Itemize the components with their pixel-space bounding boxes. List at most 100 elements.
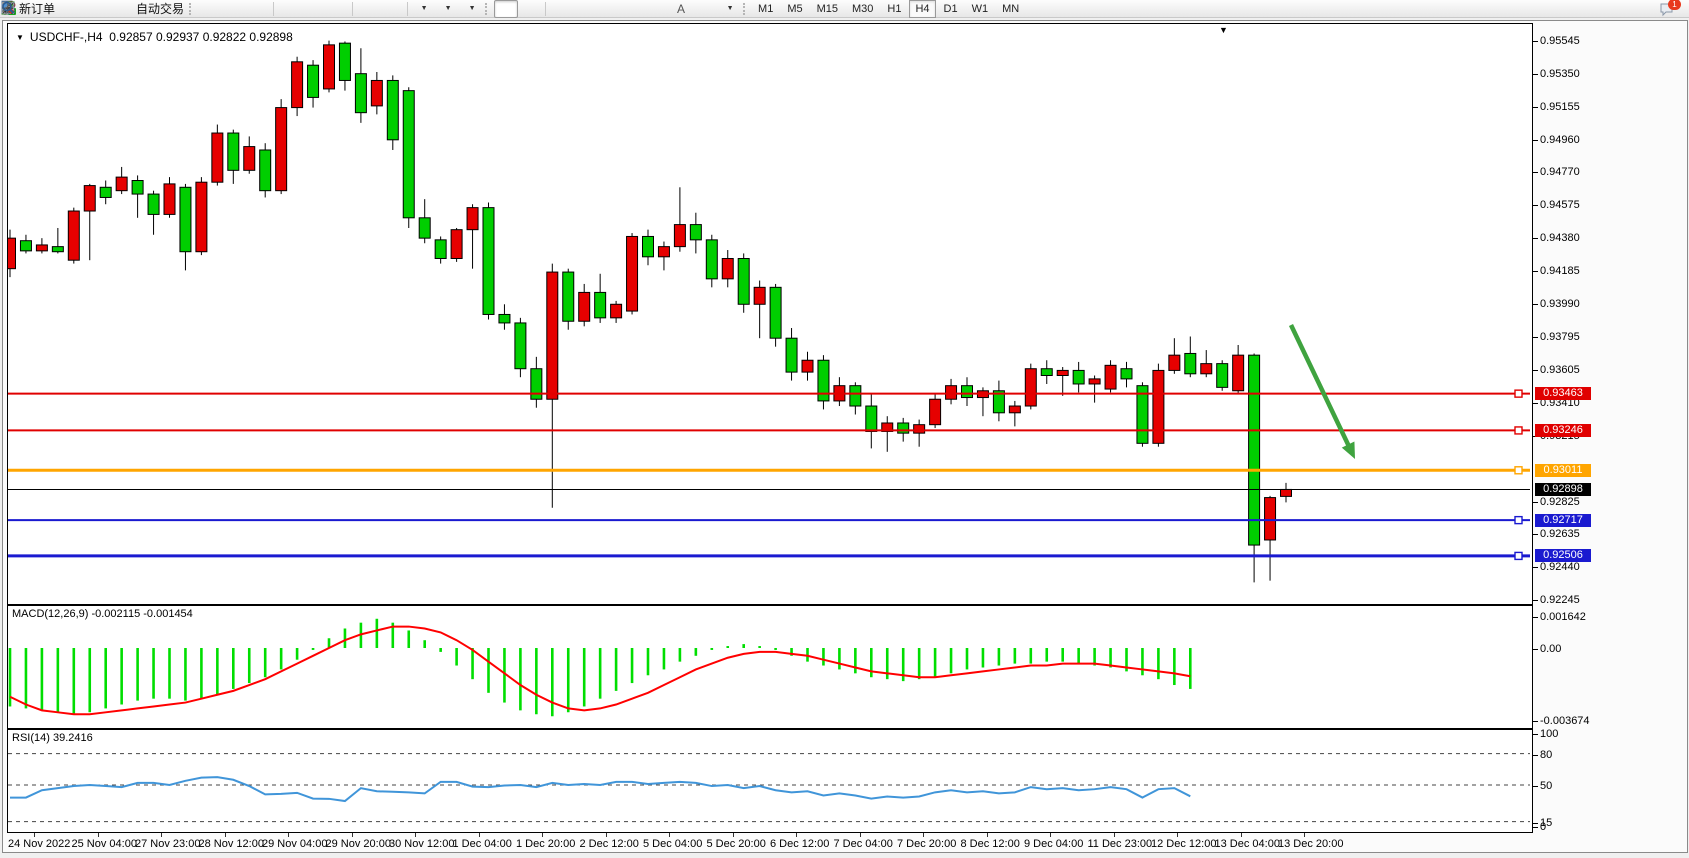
period-button[interactable]: ▼ <box>435 0 459 18</box>
crosshair-tool-button[interactable] <box>518 0 542 18</box>
price-chart-canvas[interactable] <box>8 24 1530 602</box>
price-axis-label: 0.93795 <box>1540 331 1580 343</box>
arrows-tool-button[interactable]: ▼ <box>717 0 741 18</box>
price-badge-0.92898: 0.92898 <box>1535 483 1591 496</box>
price-axis-label: 0.94770 <box>1540 166 1580 178</box>
time-tick <box>923 833 924 837</box>
rsi-panel[interactable]: RSI(14) 39.2416 <box>7 729 1533 833</box>
toolbar-grip[interactable] <box>743 3 748 15</box>
axis-tick <box>1533 823 1538 824</box>
vertical-line-tool-button[interactable] <box>549 0 573 18</box>
timeframe-m5-button[interactable]: M5 <box>781 0 808 18</box>
auto-scroll-button[interactable] <box>356 0 380 18</box>
axis-tick <box>1533 502 1538 503</box>
price-axis-label: 0.95545 <box>1540 35 1580 47</box>
time-tick <box>733 833 734 837</box>
zoom-out-button[interactable] <box>301 0 325 18</box>
time-tick <box>796 833 797 837</box>
market-depth-button[interactable] <box>58 0 82 18</box>
cursor-tool-button[interactable] <box>494 0 518 18</box>
axis-tick <box>1533 827 1538 828</box>
axis-tick <box>1533 172 1538 173</box>
horizontal-line-0.93011[interactable] <box>8 467 1530 474</box>
notifications-chat-button[interactable]: 1 <box>1659 1 1679 17</box>
chart-window-button[interactable] <box>82 0 106 18</box>
axis-tick <box>1533 755 1538 756</box>
toolbar-grip[interactable] <box>189 3 194 15</box>
price-axis-label: 0.94960 <box>1540 134 1580 146</box>
axis-tick <box>1533 205 1538 206</box>
time-tick <box>415 833 416 837</box>
fibonacci-tool-button[interactable]: F <box>645 0 669 18</box>
time-axis-label: 24 Nov 2022 <box>8 838 70 850</box>
trend-arrow-annotation[interactable] <box>1291 325 1355 459</box>
trendline-tool-button[interactable] <box>597 0 621 18</box>
price-axis-label: 0.95155 <box>1540 101 1580 113</box>
signals-button[interactable] <box>106 0 130 18</box>
rsi-axis-label: 50 <box>1540 780 1552 792</box>
chat-badge: 1 <box>1668 0 1681 10</box>
toolbar-separator <box>545 2 546 16</box>
toolbar-separator <box>352 2 353 16</box>
timeframe-toolbar: M1M5M15M30H1H4D1W1MN <box>752 0 1025 18</box>
rsi-axis-label: 80 <box>1540 749 1552 761</box>
timeframe-m15-button[interactable]: M15 <box>811 0 844 18</box>
price-chart-panel[interactable]: ▼USDCHF-,H4 0.92857 0.92937 0.92822 0.92… <box>7 23 1533 605</box>
chart-shift-button[interactable] <box>380 0 404 18</box>
time-tick <box>542 833 543 837</box>
price-axis-label: 0.92245 <box>1540 594 1580 606</box>
line-chart-mode-button[interactable] <box>246 0 270 18</box>
candlestick-mode-button[interactable] <box>222 0 246 18</box>
axis-tick <box>1533 107 1538 108</box>
time-axis-label: 6 Dec 12:00 <box>770 838 829 850</box>
axis-tick <box>1533 271 1538 272</box>
time-axis-label: 13 Dec 20:00 <box>1278 838 1343 850</box>
template-button[interactable]: ▼ <box>459 0 483 18</box>
toolbar-grip[interactable] <box>485 3 490 15</box>
add-indicator-button[interactable]: ▼ <box>411 0 435 18</box>
macd-panel[interactable]: MACD(12,26,9) -0.002115 -0.001454 <box>7 605 1533 729</box>
axis-tick <box>1533 649 1538 650</box>
window-menu-icon[interactable]: ▼ <box>16 33 24 42</box>
toolbar-right-group: 1 <box>1653 1 1687 17</box>
new-order-button[interactable]: 新订单 <box>13 0 58 18</box>
zoom-in-button[interactable] <box>277 0 301 18</box>
time-tick <box>352 833 353 837</box>
equidistant-channel-tool-button[interactable]: E <box>621 0 645 18</box>
timeframe-mn-button[interactable]: MN <box>996 0 1025 18</box>
price-badge-0.93246: 0.93246 <box>1535 424 1591 437</box>
macd-axis-label: 0.00 <box>1540 643 1561 655</box>
time-axis-label: 25 Nov 04:00 <box>72 838 137 850</box>
chart-title: ▼USDCHF-,H4 0.92857 0.92937 0.92822 0.92… <box>16 30 293 44</box>
auto-trading-button[interactable]: 自动交易 <box>130 0 187 18</box>
horizontal-line-0.93463[interactable] <box>8 390 1530 397</box>
price-axis-label: 0.94185 <box>1540 265 1580 277</box>
timeframe-w1-button[interactable]: W1 <box>966 0 995 18</box>
bar-chart-mode-button[interactable] <box>198 0 222 18</box>
price-axis[interactable]: 0.955450.953500.951550.949600.947700.945… <box>1533 21 1688 852</box>
timeframe-h4-button[interactable]: H4 <box>909 0 935 18</box>
horizontal-line-tool-button[interactable] <box>573 0 597 18</box>
toolbar-separator <box>273 2 274 16</box>
axis-tick <box>1533 304 1538 305</box>
tile-windows-button[interactable] <box>325 0 349 18</box>
main-toolbar: 新订单 自动交易 ▼ ▼ <box>0 0 1689 18</box>
time-axis-label: 29 Nov 20:00 <box>326 838 391 850</box>
axis-tick <box>1533 617 1538 618</box>
rsi-axis-label: 100 <box>1540 728 1558 740</box>
timeframe-m1-button[interactable]: M1 <box>752 0 779 18</box>
timeframe-d1-button[interactable]: D1 <box>938 0 964 18</box>
time-tick <box>1241 833 1242 837</box>
candles-layer <box>8 41 1292 583</box>
text-label-tool-button[interactable]: T <box>693 0 717 18</box>
time-axis-label: 28 Nov 12:00 <box>199 838 264 850</box>
timeframe-h1-button[interactable]: H1 <box>881 0 907 18</box>
time-axis[interactable]: 24 Nov 202225 Nov 04:0027 Nov 23:0028 No… <box>3 833 1687 852</box>
horizontal-line-0.92717[interactable] <box>8 517 1530 524</box>
axis-tick <box>1533 370 1538 371</box>
horizontal-line-0.92506[interactable] <box>8 552 1530 559</box>
chart-shift-marker-icon[interactable]: ▼ <box>1219 25 1228 35</box>
horizontal-line-0.93246[interactable] <box>8 427 1530 434</box>
text-tool-button[interactable]: A <box>669 0 693 18</box>
timeframe-m30-button[interactable]: M30 <box>846 0 879 18</box>
